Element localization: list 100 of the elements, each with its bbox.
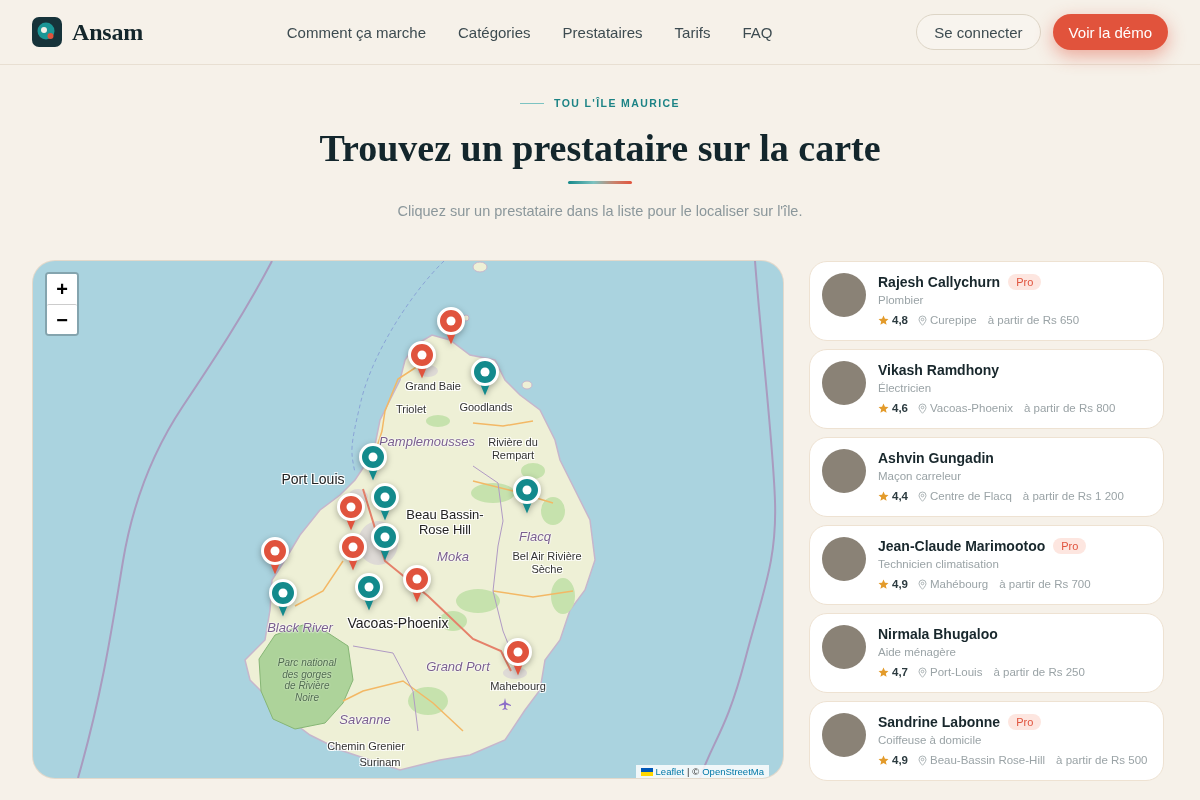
avatar-placeholder (822, 537, 866, 581)
rating-value: 4,9 (892, 577, 908, 592)
star-icon (878, 579, 889, 590)
place-label: Surinam (359, 755, 401, 769)
provider-card[interactable]: Nirmala Bhugaloo Aide ménagère 4,7 Port-Louis à partir de Rs 250 (809, 613, 1164, 693)
rating-value: 4,7 (892, 665, 908, 680)
star-icon (878, 755, 889, 766)
provider-role: Plombier (878, 293, 925, 308)
title-underline (568, 181, 632, 184)
place-label: Mahebourg (490, 679, 546, 693)
map-pin-icon[interactable] (337, 493, 365, 531)
eyebrow-label: TOU L'ÎLE MAURICE (554, 96, 680, 110)
provider-card[interactable]: Jean-Claude Marimootoo Pro Technicien climatisation 4,9 Mahébourg à partir de Rs 700 (809, 525, 1164, 605)
star-icon (878, 667, 889, 678)
avatar-placeholder (822, 449, 866, 493)
location-text: Beau-Bassin Rose-Hill (930, 753, 1046, 768)
location-text: Curepipe (930, 313, 977, 328)
provider-card[interactable]: Ashvin Gungadin Maçon carreleur 4,4 Centre de Flacq à partir de Rs 1 200 (809, 437, 1164, 517)
flag-icon (640, 767, 653, 776)
primary-button[interactable]: Voir la démo (1052, 14, 1168, 50)
nav-link[interactable]: Comment ça marche (286, 23, 426, 41)
location-pin-icon (918, 403, 927, 414)
avatar-placeholder (822, 273, 866, 317)
place-label: Port Louis (281, 470, 345, 488)
nav-link[interactable]: FAQ (742, 23, 773, 41)
provider-card[interactable]: Vikash Ramdhony Électricien 4,6 Vacoas-Phoenix à partir de Rs 800 (809, 349, 1164, 429)
nav-link[interactable]: Prestataires (562, 23, 643, 41)
attribution-link[interactable]: Leaflet (655, 765, 685, 778)
pro-badge: Pro (1008, 274, 1042, 290)
place-label: Triolet (395, 402, 427, 416)
location-pin-icon (918, 491, 927, 502)
map-panel[interactable] (33, 261, 783, 778)
page-title: Trouvez un prestataire sur la carte (318, 126, 882, 170)
secondary-button[interactable]: Se connecter (916, 14, 1041, 50)
rating-value: 4,6 (892, 401, 908, 416)
zoom-out-button[interactable]: − (47, 304, 77, 334)
map-pin-icon[interactable] (504, 638, 532, 676)
provider-name: Vikash Ramdhony (878, 361, 1000, 379)
subtitle: Cliquez sur un prestataire dans la liste pour le localiser sur l'île. (396, 202, 804, 221)
map-pin-icon[interactable] (371, 483, 399, 521)
avatar-placeholder (822, 713, 866, 757)
star-icon (878, 315, 889, 326)
location-text: Mahébourg (930, 577, 989, 592)
map-pin-icon[interactable] (371, 523, 399, 561)
avatar-placeholder (822, 625, 866, 669)
district-label: Moka (437, 549, 469, 565)
attribution-link[interactable]: OpenStreetMa (702, 765, 764, 778)
place-label: Goodlands (459, 400, 513, 414)
district-label: Black River (267, 620, 333, 636)
location-text: Centre de Flacq (930, 489, 1012, 504)
map-pin-icon[interactable] (437, 307, 465, 345)
map-pin-icon[interactable] (339, 533, 367, 571)
place-label: Beau Bassin-Rose Hill (405, 508, 485, 538)
price-text: à partir de Rs 650 (987, 313, 1080, 328)
map-pin-icon[interactable] (471, 358, 499, 396)
place-label: Rivière du Rempart (487, 436, 539, 462)
place-label: Grand Baie (405, 379, 461, 393)
provider-name: Ashvin Gungadin (878, 449, 994, 467)
provider-role: Maçon carreleur (878, 469, 963, 484)
map-pin-icon[interactable] (513, 476, 541, 514)
provider-card[interactable]: Rajesh Callychurn Pro Plombier 4,8 Curepipe à partir de Rs 650 (809, 261, 1164, 341)
nav-link[interactable]: Tarifs (674, 23, 711, 41)
location-text: Port-Louis (930, 665, 983, 680)
brand-name[interactable]: Ansam (72, 18, 143, 46)
provider-name: Sandrine Labonne (878, 713, 1001, 731)
location-pin-icon (918, 667, 927, 678)
logo-icon[interactable] (32, 17, 62, 47)
district-label: Flacq (519, 529, 551, 545)
provider-card[interactable]: Sandrine Labonne Pro Coiffeuse à domicile 4,9 Beau-Bassin Rose-Hill à partir de Rs 500 (809, 701, 1164, 781)
location-pin-icon (918, 755, 927, 766)
place-label: Vacoas-Phoenix (347, 614, 449, 632)
rating-value: 4,9 (892, 753, 908, 768)
location-pin-icon (918, 315, 927, 326)
pro-badge: Pro (1008, 714, 1042, 730)
map-pin-icon[interactable] (269, 579, 297, 617)
provider-name: Jean-Claude Marimootoo (878, 537, 1046, 555)
pro-badge: Pro (1053, 538, 1087, 554)
district-label: Grand Port (426, 659, 490, 675)
provider-name: Nirmala Bhugaloo (878, 625, 998, 643)
nav-link[interactable]: Catégories (458, 23, 531, 41)
star-icon (878, 491, 889, 502)
park-label: Parc national des gorges de Rivière Noire (276, 657, 338, 703)
place-label: Bel Air Rivière Sèche (511, 550, 583, 576)
district-label: Pamplemousses (378, 434, 476, 450)
provider-role: Technicien climatisation (878, 557, 1000, 572)
provider-role: Aide ménagère (878, 645, 957, 660)
map-pin-icon[interactable] (408, 341, 436, 379)
map-pin-icon[interactable] (355, 573, 383, 611)
avatar-placeholder (822, 361, 866, 405)
provider-name: Rajesh Callychurn (878, 273, 1001, 291)
rating-value: 4,8 (892, 313, 908, 328)
attribution-text: | © (687, 765, 700, 778)
airplane-icon (499, 698, 511, 710)
price-text: à partir de Rs 250 (993, 665, 1085, 680)
location-pin-icon (918, 579, 927, 590)
location-text: Vacoas-Phoenix (930, 401, 1013, 416)
star-icon (878, 403, 889, 414)
price-text: à partir de Rs 1 200 (1022, 489, 1124, 504)
map-pin-icon[interactable] (403, 565, 431, 603)
map-pin-icon[interactable] (261, 537, 289, 575)
